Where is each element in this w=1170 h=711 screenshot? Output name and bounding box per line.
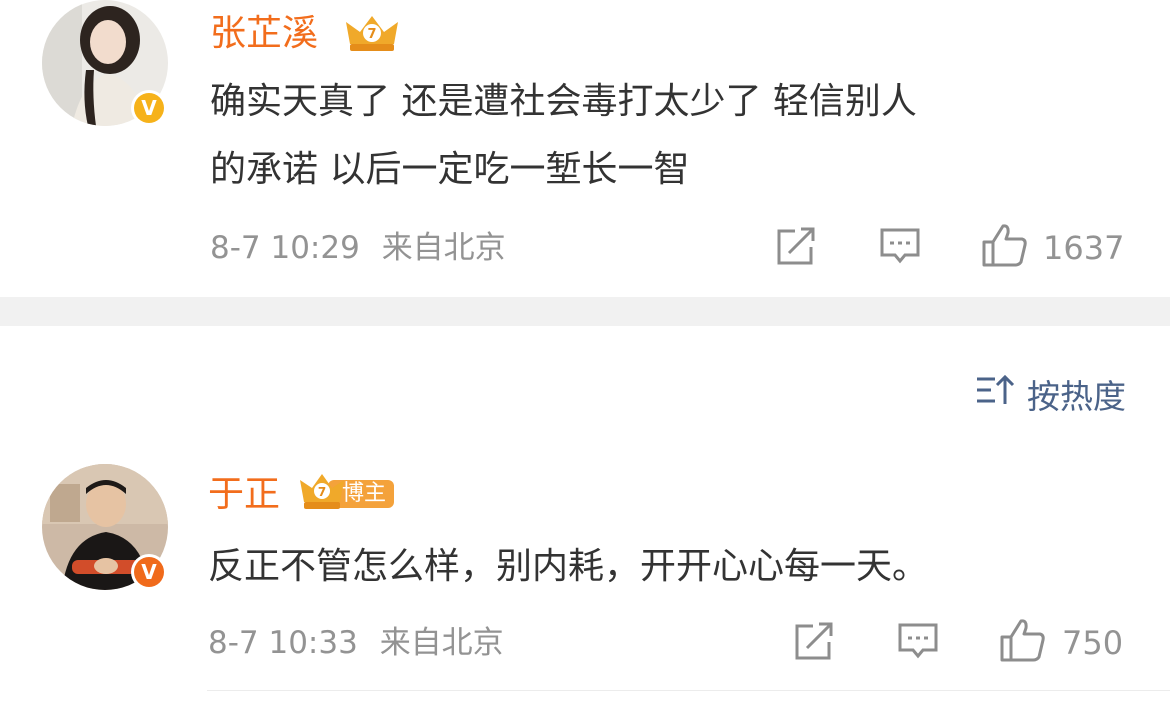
timestamp: 8-7 10:33 xyxy=(208,625,358,661)
location: 来自北京 xyxy=(379,625,504,661)
verified-badge: V xyxy=(131,90,167,126)
share-icon[interactable] xyxy=(775,227,817,271)
sort-icon xyxy=(975,374,1015,414)
verified-badge: V xyxy=(131,554,167,590)
location: 来自北京 xyxy=(381,230,506,266)
comment-text: 确实天真了 还是遭社会毒打太少了 轻信别人 的承诺 以后一定吃一堑长一智 xyxy=(210,68,917,204)
like-count: 1637 xyxy=(1043,229,1125,267)
crown-badge-icon: 7 xyxy=(342,10,402,60)
comment-text: 反正不管怎么样，别内耗，开开心心每一天。 xyxy=(208,546,929,587)
section-divider xyxy=(0,297,1170,326)
comment-meta: 8-7 10:33 来自北京 xyxy=(208,623,504,663)
svg-text:7: 7 xyxy=(367,27,376,42)
username[interactable]: 于正 xyxy=(208,475,280,515)
timestamp: 8-7 10:29 xyxy=(210,230,360,266)
like-icon[interactable] xyxy=(981,222,1029,272)
username[interactable]: 张芷溪 xyxy=(210,14,318,54)
comment-text-line: 确实天真了 还是遭社会毒打太少了 轻信别人 xyxy=(210,81,917,122)
sort-label: 按热度 xyxy=(1027,377,1126,416)
sort-by-hot-button[interactable]: 按热度 xyxy=(975,370,1126,418)
crown-blogger-badge-icon: 7 博主 xyxy=(298,470,398,518)
like-icon[interactable] xyxy=(999,617,1047,667)
comment-meta: 8-7 10:29 来自北京 xyxy=(210,228,506,268)
row-divider xyxy=(207,690,1170,691)
comment-icon[interactable] xyxy=(879,227,921,271)
comment-icon[interactable] xyxy=(897,622,939,666)
like-count: 750 xyxy=(1062,624,1124,662)
blogger-badge-label: 博主 xyxy=(342,481,387,506)
share-icon[interactable] xyxy=(793,622,835,666)
comment-text-line: 的承诺 以后一定吃一堑长一智 xyxy=(210,149,690,190)
svg-text:7: 7 xyxy=(318,485,326,499)
